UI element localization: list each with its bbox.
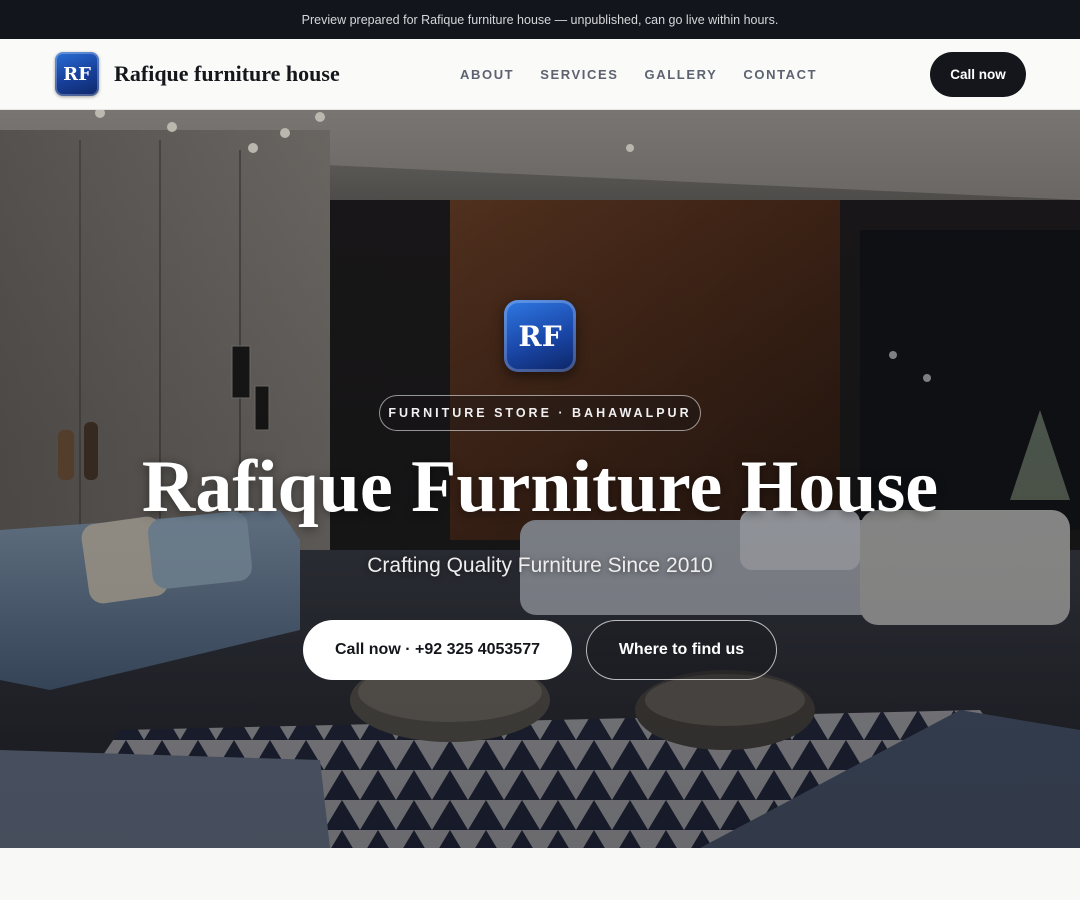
- nav-gallery[interactable]: GALLERY: [645, 67, 718, 82]
- hero-call-now-button[interactable]: Call now · +92 325 4053577: [303, 620, 572, 680]
- hero-eyebrow-text: FURNITURE STORE · BAHAWALPUR: [388, 406, 692, 420]
- hero-title: Rafique Furniture House: [141, 446, 939, 528]
- hero-eyebrow-badge: FURNITURE STORE · BAHAWALPUR: [379, 395, 701, 431]
- hero-logo-initials: RF: [518, 319, 562, 353]
- brand-home-link[interactable]: RF Rafique furniture house: [55, 52, 340, 96]
- brand-name: Rafique furniture house: [114, 61, 340, 86]
- brand-logo: RF: [55, 52, 99, 96]
- nav-services[interactable]: SERVICES: [540, 67, 618, 82]
- header-call-now-button[interactable]: Call now: [930, 52, 1026, 97]
- hero-section: RF FURNITURE STORE · BAHAWALPUR Rafique …: [0, 110, 1080, 848]
- main-nav: ABOUT SERVICES GALLERY CONTACT: [460, 39, 843, 110]
- preview-banner-text: Preview prepared for Rafique furniture h…: [301, 12, 779, 27]
- preview-banner: Preview prepared for Rafique furniture h…: [0, 0, 1080, 39]
- nav-about[interactable]: ABOUT: [460, 67, 514, 82]
- hero-logo: RF: [504, 300, 576, 372]
- site-header: RF Rafique furniture house ABOUT SERVICE…: [0, 39, 1080, 110]
- hero-subtitle: Crafting Quality Furniture Since 2010: [367, 554, 713, 577]
- hero-where-to-find-us-button[interactable]: Where to find us: [586, 620, 777, 680]
- brand-logo-initials: RF: [63, 63, 91, 85]
- nav-contact[interactable]: CONTACT: [743, 67, 817, 82]
